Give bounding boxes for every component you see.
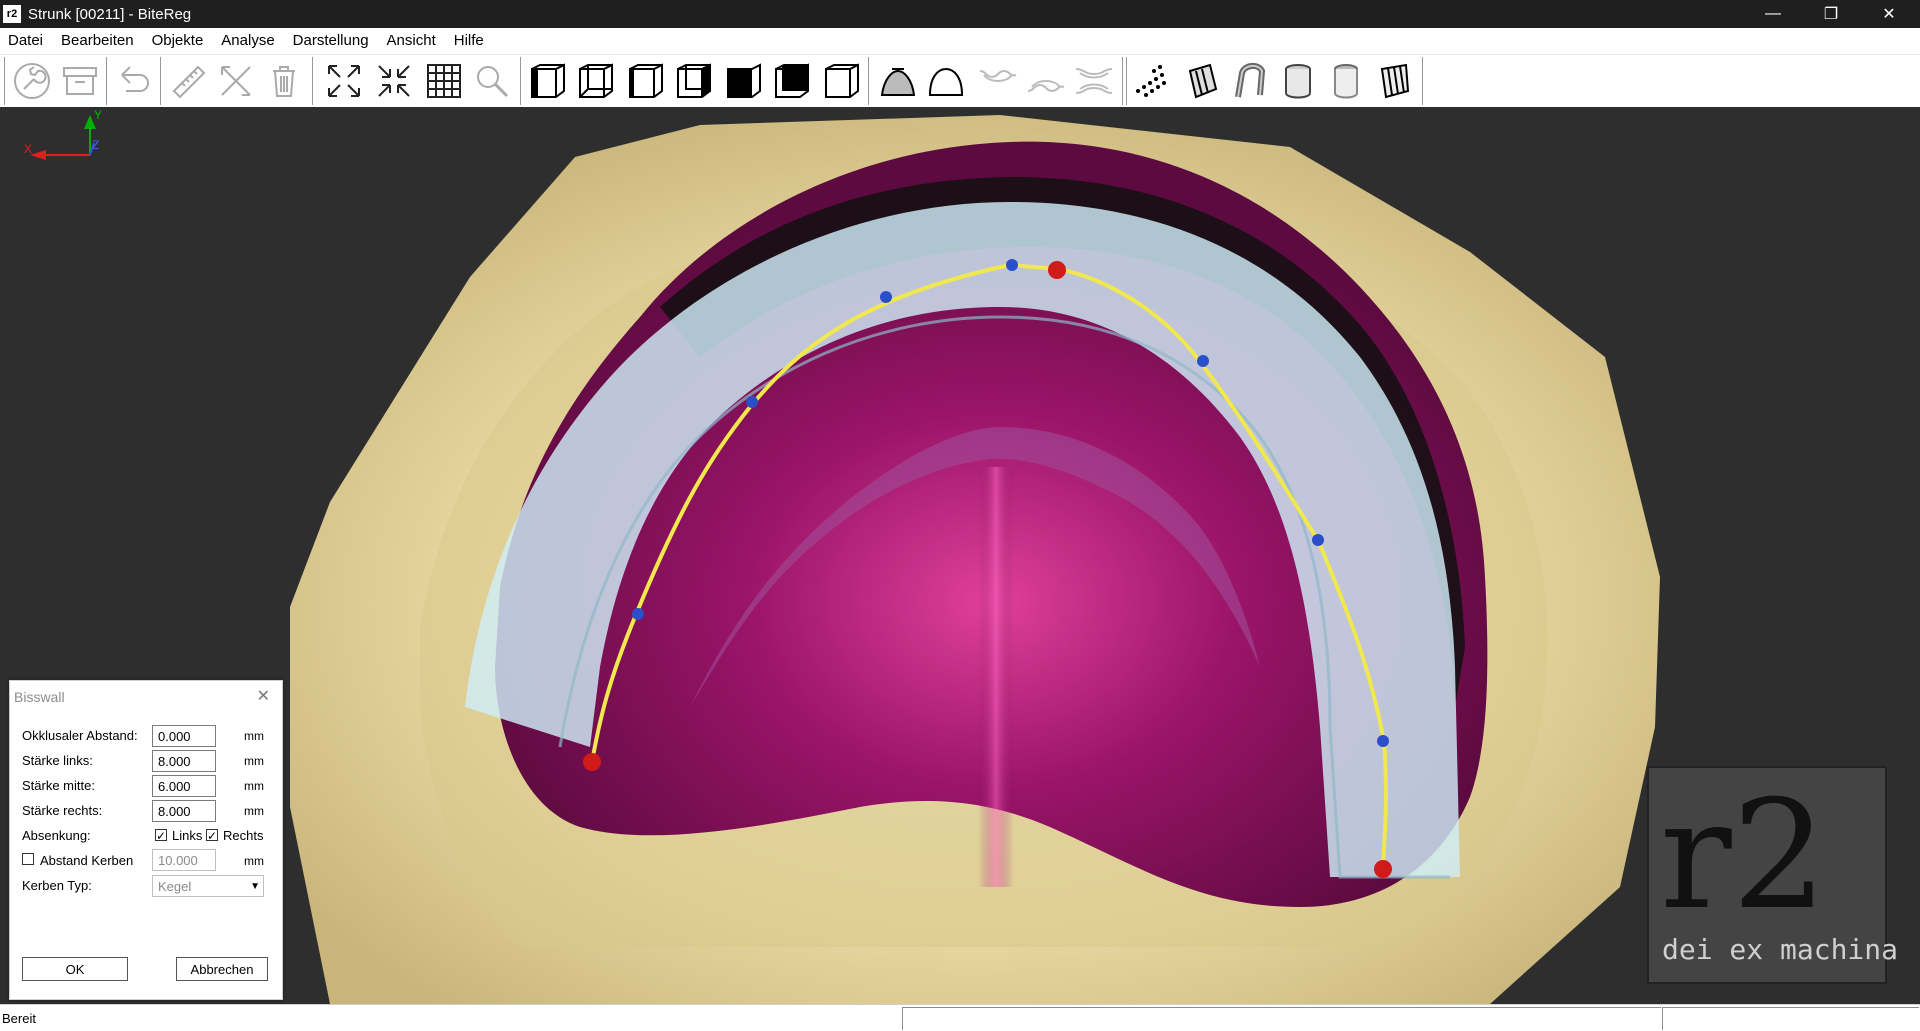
abstand-kerben-checkbox[interactable] (22, 853, 34, 865)
app-icon: r2 (3, 5, 21, 23)
staerke-rechts-input[interactable]: 8.000 (152, 800, 216, 822)
axis-z-label: Z (92, 138, 99, 152)
toolbar-separator (1126, 57, 1127, 105)
toolbar-separator (1122, 57, 1123, 105)
trash-icon[interactable] (262, 59, 306, 103)
view-left-icon[interactable] (624, 59, 668, 103)
dialog-close-button[interactable]: ✕ (257, 686, 270, 706)
abstand-kerben-label: Abstand Kerben (40, 853, 134, 868)
view-back-icon[interactable] (574, 59, 618, 103)
logo-tagline: dei ex machina (1662, 933, 1898, 966)
close-button[interactable]: ✕ (1860, 0, 1918, 28)
menu-objekte[interactable]: Objekte (143, 28, 213, 54)
point-cloud-icon[interactable] (1130, 59, 1174, 103)
lower-jaw-icon[interactable] (1024, 59, 1068, 103)
staerke-links-input[interactable]: 8.000 (152, 750, 216, 772)
grid-icon[interactable] (422, 59, 466, 103)
3d-viewport[interactable]: Y X Z r2 dei ex machina (0, 107, 1920, 1004)
logo-main: r2 (1660, 769, 1827, 943)
end-point-left[interactable] (583, 753, 601, 771)
absenkung-links-label: Links (172, 828, 203, 843)
minimize-button[interactable]: — (1744, 0, 1802, 28)
toolbar (0, 55, 1920, 108)
toolbar-separator (1422, 57, 1423, 105)
kerben-typ-select[interactable]: Kegel ▼ (152, 875, 264, 897)
toolbar-separator (106, 57, 107, 105)
toolbar-separator (4, 57, 5, 105)
axis-gizmo (30, 115, 96, 160)
cylinder-bend-icon[interactable] (1228, 59, 1272, 103)
okklusaler-abstand-label: Okklusaler Abstand: (22, 728, 138, 743)
ok-button[interactable]: OK (22, 957, 128, 981)
bisswall-dialog: Bisswall ✕ Okklusaler Abstand: 0.000 mm … (9, 680, 283, 1000)
abstand-kerben-input[interactable]: 10.000 (152, 849, 216, 871)
wrench-icon[interactable] (10, 59, 54, 103)
staerke-links-unit: mm (244, 754, 264, 768)
status-text: Bereit (2, 1011, 36, 1026)
cylinder-icon[interactable] (1276, 59, 1320, 103)
upper-jaw-icon[interactable] (976, 59, 1020, 103)
staerke-links-label: Stärke links: (22, 753, 93, 768)
staerke-mitte-input[interactable]: 6.000 (152, 775, 216, 797)
toolbar-separator (868, 57, 869, 105)
axis-x-label: X (24, 142, 32, 156)
zoom-icon[interactable] (470, 59, 514, 103)
ruler-icon[interactable] (166, 59, 210, 103)
cancel-button[interactable]: Abbrechen (176, 957, 268, 981)
toolbar-separator (160, 57, 161, 105)
status-bar: Bereit (0, 1004, 1920, 1031)
view-front-icon[interactable] (526, 59, 570, 103)
end-point-right[interactable] (1374, 860, 1392, 878)
view-right-icon[interactable] (672, 59, 716, 103)
dialog-title: Bisswall (14, 689, 65, 705)
menu-datei[interactable]: Datei (0, 28, 52, 54)
expand-icon[interactable] (322, 59, 366, 103)
window-title: Strunk [00211] - BiteReg (28, 5, 192, 23)
palate-highlight (978, 467, 1014, 887)
toolbar-separator (312, 57, 313, 105)
maximize-button[interactable]: ❐ (1802, 0, 1860, 28)
menu-analyse[interactable]: Analyse (212, 28, 283, 54)
kerben-typ-value: Kegel (158, 879, 192, 894)
dental-model-render: Y X Z r2 dei ex machina (24, 108, 1898, 1004)
view-iso-icon[interactable] (820, 59, 864, 103)
mesh-dome-icon[interactable] (876, 59, 920, 103)
staerke-rechts-unit: mm (244, 804, 264, 818)
toolbar-separator (520, 57, 521, 105)
end-point-top[interactable] (1048, 261, 1066, 279)
status-pane-2 (1662, 1007, 1919, 1030)
okklusaler-abstand-input[interactable]: 0.000 (152, 725, 216, 747)
kerben-typ-label: Kerben Typ: (22, 878, 92, 893)
menu-bar: Datei Bearbeiten Objekte Analyse Darstel… (0, 28, 1920, 55)
staerke-mitte-label: Stärke mitte: (22, 778, 95, 793)
collapse-icon[interactable] (372, 59, 416, 103)
chevron-down-icon: ▼ (250, 881, 260, 892)
absenkung-rechts-label: Rechts (223, 828, 264, 843)
absenkung-links-checkbox[interactable]: ✓ (155, 829, 167, 842)
archive-icon[interactable] (58, 59, 102, 103)
axis-y-label: Y (94, 108, 102, 122)
view-top-icon[interactable] (722, 59, 766, 103)
cylinder-soft-icon[interactable] (1324, 59, 1368, 103)
undo-icon[interactable] (112, 59, 156, 103)
both-jaws-icon[interactable] (1072, 59, 1116, 103)
menu-hilfe[interactable]: Hilfe (445, 28, 493, 54)
abstand-kerben-unit: mm (244, 854, 264, 868)
menu-ansicht[interactable]: Ansicht (378, 28, 445, 54)
view-bottom-icon[interactable] (770, 59, 814, 103)
arch-icon[interactable] (924, 59, 968, 103)
cross-tools-icon[interactable] (214, 59, 258, 103)
title-bar: r2 Strunk [00211] - BiteReg — ❐ ✕ (0, 0, 1920, 28)
staerke-rechts-label: Stärke rechts: (22, 803, 103, 818)
status-pane-1 (902, 1007, 1661, 1030)
block-icon[interactable] (1180, 59, 1224, 103)
menu-darstellung[interactable]: Darstellung (284, 28, 378, 54)
staerke-mitte-unit: mm (244, 779, 264, 793)
r2-logo: r2 dei ex machina (1647, 766, 1898, 984)
okklusaler-abstand-unit: mm (244, 729, 264, 743)
menu-bearbeiten[interactable]: Bearbeiten (52, 28, 143, 54)
cylinder-wire-icon[interactable] (1372, 59, 1416, 103)
absenkung-label: Absenkung: (22, 828, 91, 843)
absenkung-rechts-checkbox[interactable]: ✓ (206, 829, 218, 842)
